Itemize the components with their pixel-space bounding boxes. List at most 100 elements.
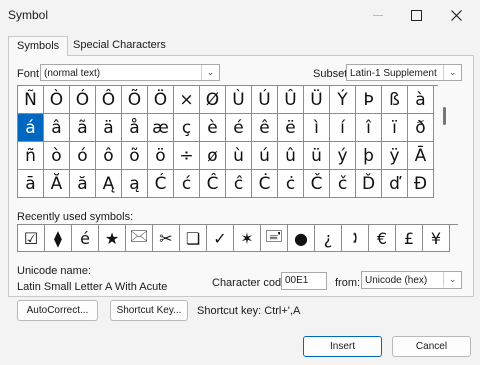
symbol-cell[interactable]: Þ xyxy=(356,86,382,114)
symbol-cell[interactable]: Ô xyxy=(96,86,122,114)
symbol-cell[interactable]: Ó xyxy=(70,86,96,114)
symbol-cell[interactable]: Õ xyxy=(122,86,148,114)
symbol-cell[interactable]: Ċ xyxy=(252,170,278,198)
symbol-cell[interactable]: ć xyxy=(174,170,200,198)
symbol-cell[interactable]: ô xyxy=(96,142,122,170)
symbol-cell[interactable]: ú xyxy=(252,142,278,170)
recent-symbol-cell[interactable]: ✶ xyxy=(234,225,261,252)
close-button[interactable] xyxy=(438,0,474,30)
symbol-cell[interactable]: õ xyxy=(122,142,148,170)
autocorrect-button[interactable]: AutoCorrect... xyxy=(17,300,98,321)
recent-symbol-cell[interactable]: ✓ xyxy=(207,225,234,252)
tab-special-characters[interactable]: Special Characters xyxy=(65,36,174,55)
autocorrect-label: AutoCorrect... xyxy=(26,305,89,316)
recent-symbol-cell[interactable]: é xyxy=(72,225,99,252)
symbol-cell[interactable]: å xyxy=(122,114,148,142)
symbol-cell[interactable]: æ xyxy=(148,114,174,142)
symbol-cell[interactable]: ď xyxy=(382,170,408,198)
symbol-cell[interactable]: ö xyxy=(148,142,174,170)
recent-symbol-cell[interactable]: £ xyxy=(396,225,423,252)
recent-symbol-cell[interactable]: ★ xyxy=(99,225,126,252)
symbol-cell[interactable]: ê xyxy=(252,114,278,142)
recent-symbol-cell[interactable]: ¿ xyxy=(315,225,342,252)
symbol-cell[interactable]: Ă xyxy=(44,170,70,198)
symbol-cell[interactable]: ì xyxy=(304,114,330,142)
symbol-cell[interactable]: þ xyxy=(356,142,382,170)
insert-label: Insert xyxy=(329,341,355,352)
symbol-cell[interactable]: û xyxy=(278,142,304,170)
symbol-cell[interactable]: â xyxy=(44,114,70,142)
symbol-cell[interactable]: î xyxy=(356,114,382,142)
symbol-cell[interactable]: Ú xyxy=(252,86,278,114)
tab-symbols-label: Symbols xyxy=(17,40,60,52)
minimize-button[interactable] xyxy=(360,0,396,30)
symbol-cell[interactable]: ÷ xyxy=(174,142,200,170)
from-dropdown[interactable]: Unicode (hex) ⌄ xyxy=(361,271,462,289)
scrollbar-thumb[interactable] xyxy=(443,107,446,125)
symbol-cell[interactable]: ĉ xyxy=(226,170,252,198)
grid-scrollbar[interactable] xyxy=(440,86,448,198)
symbol-cell[interactable]: × xyxy=(174,86,200,114)
symbol-cell[interactable]: Ü xyxy=(304,86,330,114)
symbol-cell[interactable]: ă xyxy=(70,170,96,198)
symbol-cell[interactable]: Û xyxy=(278,86,304,114)
character-code-input[interactable]: 00E1 xyxy=(281,272,327,290)
insert-button[interactable]: Insert xyxy=(303,336,382,357)
tab-symbols[interactable]: Symbols xyxy=(8,36,69,56)
symbol-cell[interactable]: à xyxy=(408,86,434,114)
cancel-button[interactable]: Cancel xyxy=(392,336,471,357)
symbol-cell[interactable]: ÿ xyxy=(382,142,408,170)
symbol-cell[interactable]: Ý xyxy=(330,86,356,114)
symbol-cell[interactable]: ý xyxy=(330,142,356,170)
symbol-cell[interactable]: Ö xyxy=(148,86,174,114)
symbol-cell[interactable]: ü xyxy=(304,142,330,170)
symbol-cell[interactable]: ë xyxy=(278,114,304,142)
subset-dropdown[interactable]: Latin-1 Supplement ⌄ xyxy=(346,64,462,81)
recent-symbol-cell[interactable]: ☑ xyxy=(18,225,45,252)
symbol-cell[interactable]: ñ xyxy=(18,142,44,170)
symbol-cell[interactable]: Đ xyxy=(408,170,434,198)
symbol-cell[interactable]: Ñ xyxy=(18,86,44,114)
chevron-down-icon: ⌄ xyxy=(201,65,219,80)
symbol-cell[interactable]: Ò xyxy=(44,86,70,114)
symbol-cell[interactable]: Ć xyxy=(148,170,174,198)
recent-symbol-cell[interactable]: € xyxy=(369,225,396,252)
symbol-cell[interactable]: è xyxy=(200,114,226,142)
symbol-cell[interactable]: ą xyxy=(122,170,148,198)
maximize-button[interactable] xyxy=(398,0,434,30)
symbol-cell[interactable]: ā xyxy=(18,170,44,198)
symbol-cell[interactable]: é xyxy=(226,114,252,142)
symbol-cell[interactable]: č xyxy=(330,170,356,198)
symbol-cell[interactable]: ß xyxy=(382,86,408,114)
symbol-cell[interactable]: ç xyxy=(174,114,200,142)
recent-symbol-cell[interactable]: 🕽 xyxy=(342,225,369,252)
recent-symbol-cell[interactable]: 🖃 xyxy=(261,225,288,252)
symbol-cell[interactable]: Č xyxy=(304,170,330,198)
recent-symbol-cell[interactable]: ✂ xyxy=(153,225,180,252)
recent-symbol-cell[interactable]: ❏ xyxy=(180,225,207,252)
symbol-cell[interactable]: Ĉ xyxy=(200,170,226,198)
symbol-cell[interactable]: ã xyxy=(70,114,96,142)
symbol-cell[interactable]: ù xyxy=(226,142,252,170)
symbol-cell[interactable]: Ą xyxy=(96,170,122,198)
recent-symbol-cell[interactable]: ¥ xyxy=(423,225,450,252)
symbol-cell[interactable]: ó xyxy=(70,142,96,170)
symbol-cell[interactable]: ø xyxy=(200,142,226,170)
symbol-cell[interactable]: Ø xyxy=(200,86,226,114)
font-dropdown[interactable]: (normal text) ⌄ xyxy=(40,64,220,81)
symbol-cell-selected[interactable]: á xyxy=(18,114,44,142)
symbol-cell[interactable]: í xyxy=(330,114,356,142)
symbol-cell[interactable]: Ù xyxy=(226,86,252,114)
recent-symbol-cell[interactable]: 🖂 xyxy=(126,225,153,252)
recent-symbol-cell[interactable]: ● xyxy=(288,225,315,252)
symbol-cell[interactable]: Ď xyxy=(356,170,382,198)
symbol-cell[interactable]: ò xyxy=(44,142,70,170)
symbol-cell[interactable]: ä xyxy=(96,114,122,142)
symbol-cell[interactable]: ð xyxy=(408,114,434,142)
symbol-cell[interactable]: ï xyxy=(382,114,408,142)
symbol-cell[interactable]: Ā xyxy=(408,142,434,170)
chevron-down-icon: ⌄ xyxy=(443,65,461,80)
shortcut-key-button[interactable]: Shortcut Key... xyxy=(110,300,188,321)
symbol-cell[interactable]: ċ xyxy=(278,170,304,198)
recent-symbol-cell[interactable]: ⧫ xyxy=(45,225,72,252)
